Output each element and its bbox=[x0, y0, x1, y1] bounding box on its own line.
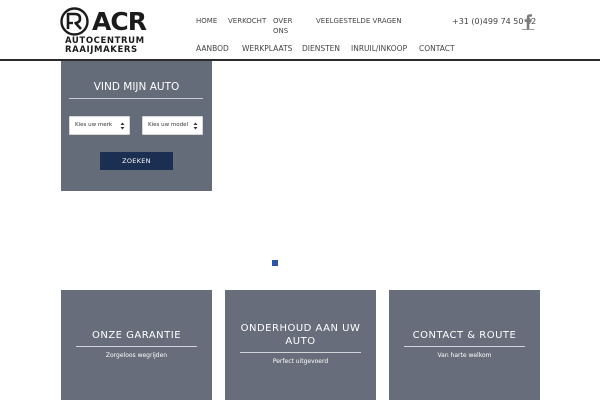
search-title-divider bbox=[69, 98, 203, 99]
card-subtitle: Van harte welkom bbox=[437, 352, 492, 359]
car-search-panel: VIND MIJN AUTO Kies uw merk Kies uw mode… bbox=[61, 61, 212, 191]
card-subtitle: Perfect uitgevoerd bbox=[272, 358, 329, 365]
site-header: ACR AUTOCENTRUM RAAIJMAKERS HOME VERKOCH… bbox=[0, 0, 600, 60]
card-divider bbox=[404, 346, 525, 347]
facebook-icon[interactable] bbox=[523, 13, 533, 29]
search-submit-button[interactable]: ZOEKEN bbox=[100, 152, 173, 170]
site-logo[interactable]: ACR AUTOCENTRUM RAAIJMAKERS bbox=[60, 6, 150, 55]
card-onderhoud[interactable]: ONDERHOUD AAN UW AUTO Perfect uitgevoerd bbox=[225, 290, 376, 400]
acr-logo-icon bbox=[60, 7, 89, 36]
main-nav-inruil-inkoop[interactable]: INRUIL/INKOOP bbox=[351, 44, 407, 54]
top-nav-verkocht[interactable]: VERKOCHT bbox=[228, 16, 266, 26]
facebook-underline bbox=[522, 29, 534, 30]
search-title: VIND MIJN AUTO bbox=[93, 81, 180, 93]
brand-select[interactable]: Kies uw merk bbox=[69, 116, 130, 135]
model-select-value: Kies uw model bbox=[148, 122, 188, 128]
top-nav-over-ons[interactable]: OVER ONS bbox=[273, 16, 292, 36]
main-nav-aanbod[interactable]: AANBOD bbox=[196, 44, 229, 54]
card-onze-garantie[interactable]: ONZE GARANTIE Zorgeloos wegrijden bbox=[61, 290, 212, 400]
slider-pagination-dot[interactable] bbox=[272, 260, 278, 266]
card-title: CONTACT & ROUTE bbox=[412, 330, 517, 341]
card-contact-route[interactable]: CONTACT & ROUTE Van harte welkom bbox=[389, 290, 540, 400]
card-subtitle: Zorgeloos wegrijden bbox=[105, 352, 168, 359]
main-nav-contact[interactable]: CONTACT bbox=[419, 44, 455, 54]
main-nav-werkplaats[interactable]: WERKPLAATS bbox=[242, 44, 292, 54]
card-title: ONZE GARANTIE bbox=[91, 330, 182, 341]
card-title-line2: AUTO bbox=[285, 336, 316, 347]
main-nav-diensten[interactable]: DIENSTEN bbox=[302, 44, 340, 54]
card-divider bbox=[240, 352, 361, 353]
logo-wordmark: ACR bbox=[92, 7, 147, 36]
model-select[interactable]: Kies uw model bbox=[142, 116, 203, 135]
select-arrows-icon bbox=[120, 122, 125, 130]
card-divider bbox=[76, 346, 197, 347]
card-title-line1: ONDERHOUD AAN UW bbox=[240, 323, 361, 334]
top-nav-veelgestelde-vragen[interactable]: VEELGESTELDE VRAGEN bbox=[316, 16, 402, 26]
logo-tagline-line2: RAAIJMAKERS bbox=[65, 45, 138, 55]
select-arrows-icon bbox=[193, 122, 198, 130]
top-nav-home[interactable]: HOME bbox=[196, 16, 217, 26]
brand-select-value: Kies uw merk bbox=[75, 122, 113, 128]
